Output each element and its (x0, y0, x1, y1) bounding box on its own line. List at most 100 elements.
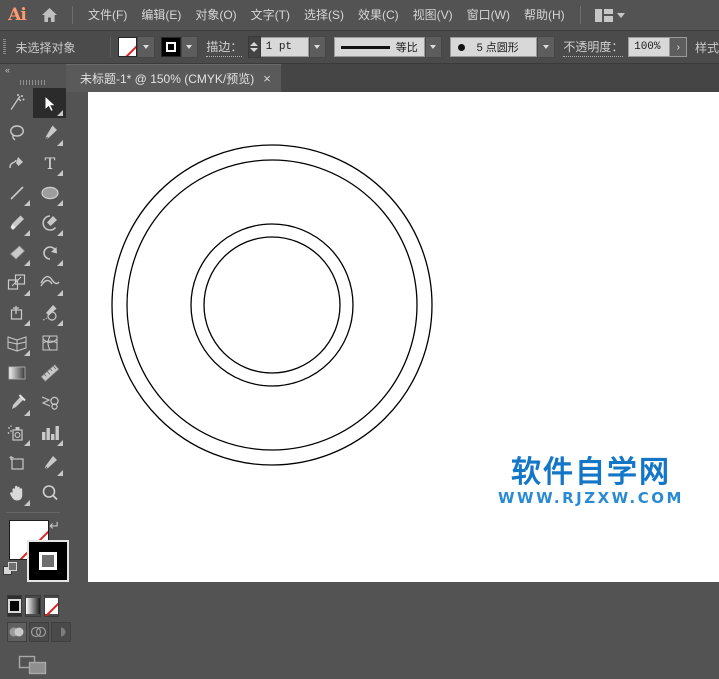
stroke-color-box[interactable] (27, 540, 69, 582)
tool-shaper[interactable] (33, 208, 66, 238)
brush-definition-select[interactable]: 5 点圆形 (449, 37, 538, 57)
document-tab-label: 未标题-1* @ 150% (CMYK/预览) (80, 72, 255, 86)
tool-width[interactable] (33, 268, 66, 298)
menu-item-help[interactable]: 帮助(H) (517, 0, 572, 30)
tool-flyout-indicator (57, 230, 63, 236)
draw-mode-buttons (0, 617, 71, 642)
swap-fill-stroke-icon[interactable]: ↵ (49, 518, 60, 534)
control-divider-1 (110, 37, 112, 57)
menu-item-object[interactable]: 对象(O) (188, 0, 243, 30)
artboard-canvas[interactable]: 软件自学网 WWW.RJZXW.COM (88, 92, 719, 582)
tool-flyout-indicator (57, 260, 63, 266)
tool-eyedropper[interactable] (0, 388, 33, 418)
menu-item-effect[interactable]: 效果(C) (351, 0, 406, 30)
tool-ellipse[interactable] (33, 178, 66, 208)
fill-stroke-controls: ↵ (0, 518, 69, 592)
brush-dropdown-button[interactable] (537, 36, 555, 58)
tool-blend[interactable] (33, 388, 66, 418)
opacity-panel-arrow-icon[interactable]: › (669, 38, 687, 56)
tool-flyout-indicator (57, 170, 63, 176)
tool-flyout-indicator (24, 410, 30, 416)
tool-slice[interactable] (33, 448, 66, 478)
style-label[interactable]: 样式 (695, 39, 719, 56)
tool-flyout-indicator (57, 470, 63, 476)
tool-flyout-indicator (57, 320, 63, 326)
opacity-value: 100% (634, 41, 661, 53)
tool-eraser[interactable] (0, 238, 33, 268)
opacity-input[interactable]: 100% › (628, 37, 688, 57)
tool-zoom[interactable] (33, 478, 66, 508)
tool-pen[interactable] (33, 118, 66, 148)
stroke-profile-select[interactable]: 等比 (333, 37, 425, 57)
gradient-mode-button[interactable] (25, 595, 41, 617)
home-icon[interactable] (34, 0, 64, 30)
menu-item-type[interactable]: 文字(T) (244, 0, 297, 30)
screen-mode-section (0, 642, 66, 679)
stepper-down-icon (250, 48, 259, 52)
tool-artboard[interactable] (0, 448, 33, 478)
control-bar-grip[interactable] (0, 31, 10, 63)
menu-item-window[interactable]: 窗口(W) (460, 0, 517, 30)
stroke-dropdown-button[interactable] (180, 36, 198, 58)
circle-1 (111, 144, 433, 466)
none-mode-button[interactable] (43, 595, 59, 617)
opacity-label[interactable]: 不透明度： (563, 38, 624, 57)
menu-item-edit[interactable]: 编辑(E) (134, 0, 188, 30)
selection-status-label: 未选择对象 (15, 40, 76, 55)
tool-curvature[interactable] (0, 148, 33, 178)
tool-hand[interactable] (0, 478, 33, 508)
tool-measure[interactable] (33, 358, 66, 388)
color-mode-button[interactable] (7, 595, 23, 617)
default-fill-stroke-icon[interactable] (3, 562, 19, 581)
tool-magic-wand[interactable] (0, 88, 33, 118)
tool-selection[interactable] (33, 88, 66, 118)
tool-rotate[interactable] (33, 238, 66, 268)
tool-flyout-indicator (24, 230, 30, 236)
tool-perspective-grid[interactable] (0, 328, 33, 358)
tool-column-graph[interactable] (33, 418, 66, 448)
draw-normal-button[interactable] (7, 622, 27, 642)
chevron-down-icon (143, 45, 150, 49)
tool-lasso[interactable] (0, 118, 33, 148)
tools-panel-collapse-button[interactable]: « (0, 64, 66, 76)
tool-scale[interactable] (0, 268, 33, 298)
circle-3 (190, 223, 354, 387)
stroke-weight-label[interactable]: 描边： (206, 38, 243, 57)
fill-swatch-button[interactable] (118, 37, 138, 57)
tool-flyout-indicator (57, 200, 63, 206)
menu-item-select[interactable]: 选择(S) (297, 0, 351, 30)
svg-text:T: T (44, 154, 55, 172)
tool-symbol-sprayer[interactable] (0, 418, 33, 448)
draw-behind-button[interactable] (29, 622, 49, 642)
draw-inside-button[interactable] (51, 622, 71, 642)
menu-item-view[interactable]: 视图(V) (406, 0, 460, 30)
stroke-profile-dropdown-button[interactable] (424, 36, 442, 58)
tool-flyout-indicator (24, 200, 30, 206)
tool-gradient[interactable] (0, 358, 33, 388)
stroke-swatch-button[interactable] (161, 37, 181, 57)
watermark-cn-text: 软件自学网 (510, 455, 671, 490)
tool-flyout-indicator (24, 320, 30, 326)
tools-divider (6, 512, 60, 513)
stroke-weight-dropdown-button[interactable] (308, 36, 327, 58)
watermark: 软件自学网 WWW.RJZXW.COM (498, 458, 684, 506)
tool-flyout-indicator (24, 290, 30, 296)
document-tab[interactable]: 未标题-1* @ 150% (CMYK/预览) × (66, 64, 281, 92)
tool-mesh[interactable] (33, 328, 66, 358)
tool-type[interactable]: T (33, 148, 66, 178)
stroke-weight-input[interactable]: 1 pt (260, 37, 309, 57)
stroke-weight-stepper[interactable] (248, 36, 261, 58)
arrange-documents-button[interactable] (589, 8, 631, 22)
control-bar: 未选择对象 描边： 1 pt 等比 5 点圆形 不透明度： 100% › 样式 (0, 30, 719, 64)
tool-shape-builder[interactable] (33, 298, 66, 328)
fill-dropdown-button[interactable] (137, 36, 155, 58)
tools-panel-grip[interactable] (0, 76, 66, 88)
tool-paintbrush[interactable] (0, 208, 33, 238)
tool-free-transform[interactable] (0, 298, 33, 328)
menu-item-file[interactable]: 文件(F) (81, 0, 134, 30)
tool-flyout-indicator (24, 440, 30, 446)
watermark-en-text: WWW.RJZXW.COM (498, 489, 684, 507)
change-screen-mode-button[interactable] (17, 652, 49, 679)
tool-line-segment[interactable] (0, 178, 33, 208)
close-icon[interactable]: × (263, 72, 271, 85)
